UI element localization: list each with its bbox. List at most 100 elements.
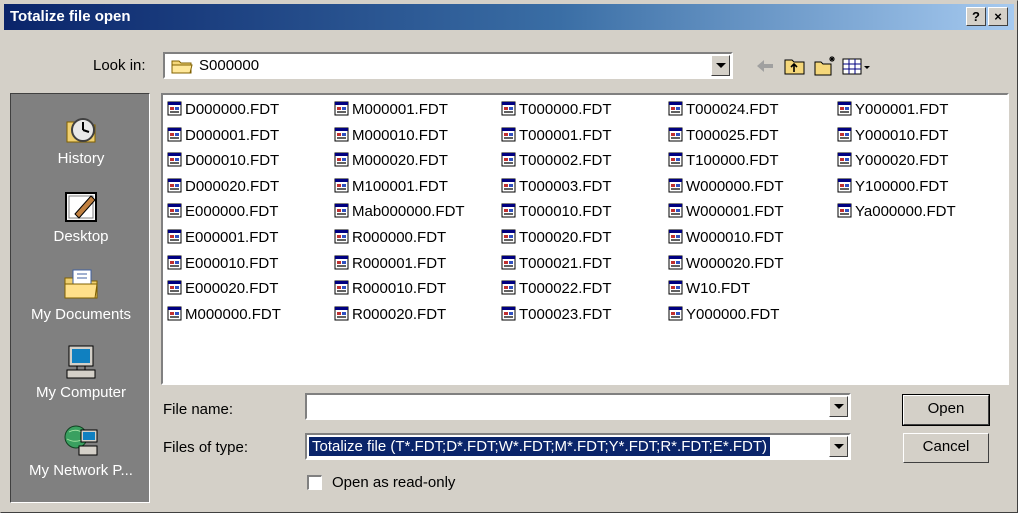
file-item[interactable]: T000000.FDT xyxy=(501,99,612,125)
fdt-file-icon xyxy=(334,101,349,116)
file-type-select[interactable]: Totalize file (T*.FDT;D*.FDT;W*.FDT;M*.F… xyxy=(305,433,851,460)
file-item[interactable]: W000010.FDT xyxy=(668,227,784,253)
file-item[interactable]: E000010.FDT xyxy=(167,253,281,279)
file-item[interactable]: M000020.FDT xyxy=(334,150,465,176)
file-item[interactable]: Y000020.FDT xyxy=(837,150,956,176)
look-in-dropdown-button[interactable] xyxy=(711,55,730,76)
new-folder-icon[interactable] xyxy=(813,55,837,77)
back-arrow-icon[interactable] xyxy=(753,55,777,77)
fdt-file-icon xyxy=(668,203,683,218)
fdt-file-icon xyxy=(501,255,516,270)
place-desktop[interactable]: Desktop xyxy=(11,186,151,245)
file-item[interactable]: M000010.FDT xyxy=(334,125,465,151)
close-button[interactable]: × xyxy=(988,7,1008,26)
file-item-label: T000001.FDT xyxy=(519,126,612,144)
file-item[interactable]: Mab000000.FDT xyxy=(334,201,465,227)
place-my-documents[interactable]: My Documents xyxy=(11,264,151,323)
view-menu-icon[interactable] xyxy=(841,55,873,77)
fdt-file-icon xyxy=(668,306,683,321)
file-item[interactable]: T000001.FDT xyxy=(501,125,612,151)
file-column: M000001.FDT M000010.FDT M000020.FDT M100001… xyxy=(334,99,465,329)
file-item[interactable]: T000002.FDT xyxy=(501,150,612,176)
place-history[interactable]: History xyxy=(11,108,151,167)
file-item-label: E000001.FDT xyxy=(185,228,279,246)
file-item[interactable]: D000000.FDT xyxy=(167,99,281,125)
file-item-label: Y000010.FDT xyxy=(855,126,949,144)
file-item[interactable]: T000020.FDT xyxy=(501,227,612,253)
my-network-icon xyxy=(64,425,98,456)
file-item[interactable]: T000024.FDT xyxy=(668,99,784,125)
place-label: Desktop xyxy=(53,228,109,245)
place-my-computer[interactable]: My Computer xyxy=(11,342,151,401)
file-item[interactable]: W000001.FDT xyxy=(668,201,784,227)
place-label: My Computer xyxy=(35,384,127,401)
file-item[interactable]: R000000.FDT xyxy=(334,227,465,253)
file-item-label: D000001.FDT xyxy=(185,126,280,144)
fdt-file-icon xyxy=(501,127,516,142)
file-item[interactable]: R000010.FDT xyxy=(334,278,465,304)
fdt-file-icon xyxy=(668,127,683,142)
file-item[interactable]: E000020.FDT xyxy=(167,278,281,304)
up-folder-icon[interactable] xyxy=(783,55,807,77)
file-item[interactable]: T100000.FDT xyxy=(668,150,784,176)
file-item[interactable]: D000001.FDT xyxy=(167,125,281,151)
cancel-button[interactable]: Cancel xyxy=(903,433,989,463)
file-item[interactable]: Y000000.FDT xyxy=(668,304,784,330)
file-item[interactable]: T000022.FDT xyxy=(501,278,612,304)
file-item-label: W000001.FDT xyxy=(686,203,784,221)
fdt-file-icon xyxy=(501,178,516,193)
fdt-file-icon xyxy=(501,229,516,244)
fdt-file-icon xyxy=(167,306,182,321)
file-list[interactable]: D000000.FDT D000001.FDT D000010.FDT D000020… xyxy=(161,93,1009,385)
fdt-file-icon xyxy=(668,101,683,116)
fdt-file-icon xyxy=(334,127,349,142)
file-item[interactable]: M000001.FDT xyxy=(334,99,465,125)
file-item[interactable]: T000021.FDT xyxy=(501,253,612,279)
folder-icon xyxy=(171,60,193,74)
fdt-file-icon xyxy=(334,203,349,218)
file-item-label: M000020.FDT xyxy=(352,152,448,170)
look-in-combo[interactable]: S000000 xyxy=(163,52,733,79)
open-button[interactable]: Open xyxy=(902,394,990,426)
file-item[interactable]: T000025.FDT xyxy=(668,125,784,151)
fdt-file-icon xyxy=(668,152,683,167)
file-item[interactable]: Ya000000.FDT xyxy=(837,201,956,227)
file-item[interactable]: W000020.FDT xyxy=(668,253,784,279)
fdt-file-icon xyxy=(334,255,349,270)
file-item[interactable]: T000003.FDT xyxy=(501,176,612,202)
file-name-dropdown-button[interactable] xyxy=(829,396,848,417)
file-item[interactable]: E000000.FDT xyxy=(167,201,281,227)
file-type-dropdown-button[interactable] xyxy=(829,436,848,457)
file-item[interactable]: W10.FDT xyxy=(668,278,784,304)
file-type-label: Files of type: xyxy=(163,439,249,456)
file-item[interactable]: E000001.FDT xyxy=(167,227,281,253)
file-item[interactable]: T000023.FDT xyxy=(501,304,612,330)
file-item[interactable]: T000010.FDT xyxy=(501,201,612,227)
file-item[interactable]: D000020.FDT xyxy=(167,176,281,202)
file-item-label: M000000.FDT xyxy=(185,305,281,323)
title-bar[interactable]: Totalize file open ? × xyxy=(4,4,1014,30)
fdt-file-icon xyxy=(167,255,182,270)
file-item[interactable]: D000010.FDT xyxy=(167,150,281,176)
fdt-file-icon xyxy=(501,280,516,295)
file-item[interactable]: R000001.FDT xyxy=(334,253,465,279)
file-item[interactable]: W000000.FDT xyxy=(668,176,784,202)
file-item-label: T000010.FDT xyxy=(519,203,612,221)
help-button[interactable]: ? xyxy=(966,7,986,26)
read-only-checkbox[interactable] xyxy=(307,475,322,490)
read-only-label[interactable]: Open as read-only xyxy=(332,474,455,491)
file-item[interactable]: M100001.FDT xyxy=(334,176,465,202)
file-item-label: D000000.FDT xyxy=(185,101,280,118)
file-item-label: Y000001.FDT xyxy=(855,101,949,118)
file-item[interactable]: Y000001.FDT xyxy=(837,99,956,125)
fdt-file-icon xyxy=(167,152,182,167)
file-item[interactable]: M000000.FDT xyxy=(167,304,281,330)
file-item[interactable]: R000020.FDT xyxy=(334,304,465,330)
file-item-label: T100000.FDT xyxy=(686,152,779,170)
fdt-file-icon xyxy=(668,178,683,193)
file-item[interactable]: Y000010.FDT xyxy=(837,125,956,151)
my-documents-icon xyxy=(64,269,98,299)
place-my-network[interactable]: My Network P... xyxy=(11,420,151,479)
file-name-field[interactable] xyxy=(305,393,851,420)
file-item[interactable]: Y100000.FDT xyxy=(837,176,956,202)
